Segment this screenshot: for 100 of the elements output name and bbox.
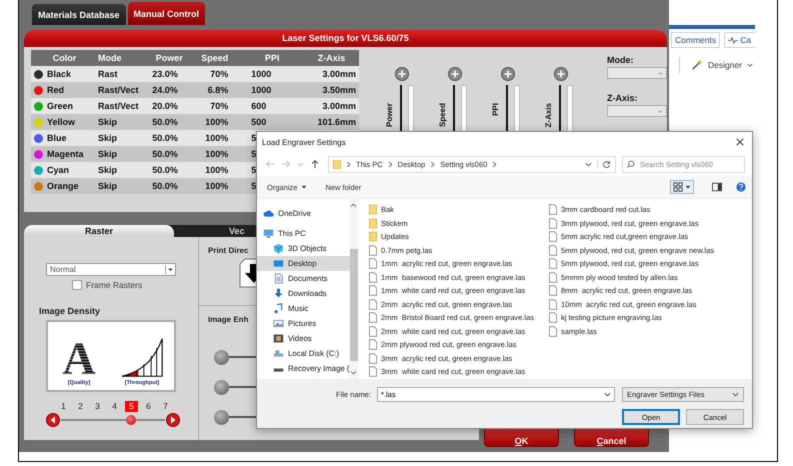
table-cell: 24.0% (152, 85, 178, 95)
section-title: Image Enh (208, 315, 248, 324)
file-icon (549, 298, 557, 310)
column-header: Mode (98, 50, 150, 66)
close-icon[interactable] (736, 138, 744, 146)
table-cell: 100% (205, 133, 228, 143)
file-icon (369, 366, 377, 378)
slider-label: PPI (491, 103, 501, 116)
striped-letter: A (62, 336, 96, 378)
density-step[interactable]: 4 (108, 401, 121, 412)
table-cell: Skip (98, 181, 117, 191)
toolbar-button[interactable]: Comments (671, 32, 720, 48)
color-name: Orange (47, 181, 79, 191)
table-cell: 100% (205, 117, 228, 127)
toolbar-button[interactable]: Ca (724, 32, 755, 48)
slider-thumb[interactable] (214, 380, 229, 395)
file-icon (549, 204, 557, 216)
scroll-down-icon[interactable] (350, 370, 358, 376)
table-cell: 50.0% (152, 165, 178, 175)
download-icon (273, 288, 284, 299)
dialog-button[interactable]: Cancel (574, 427, 649, 447)
tab[interactable]: Manual Control (128, 2, 206, 25)
density-step[interactable]: 2 (74, 401, 87, 412)
preview-pane-icon[interactable] (712, 182, 722, 192)
table-cell: 5 (251, 133, 256, 143)
file-icon (369, 312, 377, 324)
disk-icon (273, 348, 284, 359)
column-header: Speed (189, 50, 240, 66)
dialog-title: Load Engraver Settings (262, 138, 346, 146)
file-icon (549, 218, 557, 229)
table-cell: 5 (251, 165, 256, 175)
table-cell: 6.8% (208, 85, 228, 95)
chevron-icon (388, 160, 393, 168)
table-cell: 100% (205, 181, 228, 191)
chevron-icon (492, 160, 498, 168)
pulse-icon (728, 36, 738, 44)
table-cell: Rast/Vect (98, 85, 138, 95)
table-cell: Skip (98, 165, 117, 175)
density-step[interactable]: 1 (57, 401, 70, 412)
table-cell: 50.0% (152, 181, 178, 191)
tab[interactable]: Raster (24, 225, 174, 237)
density-step[interactable]: 3 (91, 401, 104, 412)
chevron-icon[interactable] (585, 160, 592, 168)
plus-button[interactable] (501, 67, 515, 81)
file-icon (369, 258, 377, 270)
table-cell: 100% (205, 149, 228, 159)
designer-menu[interactable]: Designer (708, 60, 742, 70)
folder-icon (369, 231, 377, 242)
document-icon (273, 273, 284, 284)
color-name: Blue (47, 133, 67, 143)
density-step[interactable]: 6 (142, 401, 155, 412)
z-axis-label: Z-Axis: (607, 93, 639, 103)
table-cell: 3.50mm (322, 85, 356, 95)
density-step[interactable]: 7 (159, 401, 172, 412)
slider-label: Speed (438, 103, 448, 128)
folder-icon (333, 158, 341, 170)
checkbox[interactable] (72, 280, 82, 290)
up-arrow-icon[interactable] (310, 159, 320, 169)
table-cell: 5 (251, 149, 256, 159)
plus-button[interactable] (554, 67, 568, 81)
file-icon (549, 231, 557, 242)
color-name: Green (47, 101, 74, 111)
raster-mode-dropdown[interactable]: Normal (46, 263, 176, 276)
table-cell: Skip (98, 133, 117, 143)
table-cell: 50.0% (152, 117, 178, 127)
plus-button[interactable] (395, 67, 409, 81)
table-cell: 500 (251, 117, 266, 127)
scroll-up-icon[interactable] (350, 202, 358, 208)
table-cell: Skip (98, 117, 117, 127)
table-cell: Rast/Vect (98, 101, 138, 111)
view-menu-button[interactable] (670, 180, 694, 194)
file-icon (369, 285, 377, 296)
file-icon (549, 258, 557, 270)
density-step[interactable]: 5 (125, 401, 138, 412)
dialog-button[interactable]: OK (484, 427, 559, 447)
plus-button[interactable] (448, 67, 462, 81)
scrollbar[interactable] (350, 199, 358, 379)
column-header: PPI (240, 50, 304, 66)
file-icon (369, 244, 377, 256)
file-icon (549, 244, 557, 256)
cube-icon (273, 243, 284, 254)
table-cell: 100% (205, 165, 228, 175)
slider-thumb[interactable] (214, 350, 229, 365)
refresh-icon[interactable] (597, 160, 611, 168)
caret-icon (657, 70, 664, 77)
color-name: Magenta (47, 149, 84, 159)
left-arrow-button[interactable] (46, 413, 60, 427)
panel-title: Laser Settings for VLS6.60/75 (24, 30, 667, 47)
slider-thumb[interactable] (214, 410, 229, 425)
slider-thumb[interactable] (126, 415, 136, 425)
table-cell: 50.0% (152, 149, 178, 159)
mode-label: Mode: (607, 55, 634, 65)
chevron-icon (430, 160, 436, 168)
wand-icon[interactable] (691, 59, 703, 71)
table-cell: 3.00mm (322, 69, 356, 79)
help-icon[interactable] (736, 182, 746, 192)
chevron-icon (604, 391, 611, 398)
right-arrow-button[interactable] (166, 413, 180, 427)
tab[interactable]: Materials Database (32, 4, 126, 25)
color-name: Black (47, 69, 72, 79)
